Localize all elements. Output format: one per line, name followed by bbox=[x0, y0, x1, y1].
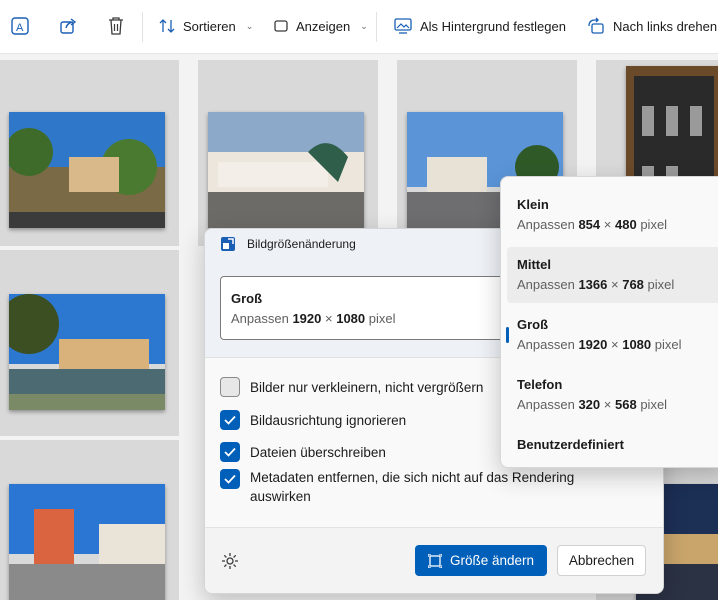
checkmark-icon bbox=[224, 415, 236, 425]
toolbar-separator bbox=[376, 12, 377, 42]
size-select[interactable]: Groß Anpassen 1920 × 1080 pixel bbox=[220, 276, 522, 340]
remove-metadata-checkbox[interactable] bbox=[220, 469, 240, 489]
photo-thumbnail bbox=[9, 294, 165, 410]
chevron-down-icon: ⌄ bbox=[245, 20, 254, 31]
wallpaper-icon bbox=[394, 18, 412, 34]
size-option-gross[interactable]: Groß Anpassen 1920 × 1080 pixel bbox=[506, 307, 718, 363]
gallery-cell[interactable] bbox=[0, 440, 179, 600]
share-icon[interactable] bbox=[57, 15, 79, 37]
shrink-only-label: Bilder nur verkleinern, nicht vergrößern bbox=[250, 380, 484, 395]
overwrite-files-label: Dateien überschreiben bbox=[250, 445, 386, 460]
dialog-title: Bildgrößenänderung bbox=[247, 237, 356, 251]
svg-text:A: A bbox=[16, 22, 24, 34]
sort-button[interactable]: Sortieren ⌄ bbox=[159, 15, 253, 37]
option-detail: Anpassen 1920 × 1080 pixel bbox=[517, 337, 682, 352]
view-icon bbox=[274, 20, 288, 32]
resize-app-icon bbox=[221, 237, 235, 251]
photo-thumbnail bbox=[9, 112, 165, 228]
cancel-button[interactable]: Abbrechen bbox=[557, 545, 646, 576]
overwrite-files-checkbox[interactable] bbox=[220, 442, 240, 462]
wallpaper-label: Als Hintergrund festlegen bbox=[420, 18, 566, 34]
option-name: Mittel bbox=[517, 257, 551, 272]
option-name: Groß bbox=[517, 317, 549, 332]
option-detail: Anpassen 1366 × 768 pixel bbox=[517, 277, 675, 292]
selected-indicator bbox=[506, 327, 509, 343]
size-dropdown: Klein Anpassen 854 × 480 pixel Mittel An… bbox=[500, 176, 718, 468]
size-option-mittel[interactable]: Mittel Anpassen 1366 × 768 pixel bbox=[507, 247, 718, 303]
command-bar: A Sortieren ⌄ Anzeigen ⌄ Als Hintergrund… bbox=[0, 0, 718, 54]
chevron-down-icon: ⌄ bbox=[360, 20, 368, 31]
sort-icon bbox=[159, 19, 175, 33]
photo-thumbnail bbox=[208, 112, 364, 228]
size-select-detail: Anpassen 1920 × 1080 pixel bbox=[231, 311, 396, 326]
size-option-telefon[interactable]: Telefon Anpassen 320 × 568 pixel bbox=[507, 367, 718, 423]
view-button[interactable]: Anzeigen ⌄ bbox=[274, 15, 368, 37]
gallery-cell[interactable] bbox=[198, 60, 378, 246]
gallery-cell[interactable] bbox=[0, 250, 179, 436]
resize-button-label: Größe ändern bbox=[449, 553, 535, 568]
size-select-name: Groß bbox=[231, 291, 263, 306]
resize-icon bbox=[427, 553, 442, 568]
sort-label: Sortieren bbox=[183, 18, 236, 34]
toolbar-separator bbox=[142, 12, 143, 42]
option-name: Benutzerdefiniert bbox=[517, 437, 624, 452]
resize-button[interactable]: Größe ändern bbox=[415, 545, 547, 576]
set-wallpaper-button[interactable]: Als Hintergrund festlegen bbox=[394, 15, 566, 37]
ai-text-icon[interactable]: A bbox=[9, 15, 31, 37]
option-name: Klein bbox=[517, 197, 549, 212]
dialog-footer: Größe ändern Abbrechen bbox=[205, 527, 663, 593]
size-option-custom[interactable]: Benutzerdefiniert bbox=[507, 427, 718, 461]
shrink-only-checkbox[interactable] bbox=[220, 377, 240, 397]
gear-icon[interactable] bbox=[221, 552, 239, 570]
ignore-orientation-label: Bildausrichtung ignorieren bbox=[250, 413, 407, 428]
option-detail: Anpassen 320 × 568 pixel bbox=[517, 397, 668, 412]
photo-thumbnail bbox=[9, 484, 165, 600]
size-option-klein[interactable]: Klein Anpassen 854 × 480 pixel bbox=[507, 187, 718, 243]
rotate-left-label: Nach links drehen bbox=[613, 18, 718, 34]
checkmark-icon bbox=[224, 474, 236, 484]
trash-icon[interactable] bbox=[105, 15, 127, 37]
checkmark-icon bbox=[224, 447, 236, 457]
ignore-orientation-checkbox[interactable] bbox=[220, 410, 240, 430]
rotate-left-button[interactable]: Nach links drehen bbox=[587, 15, 717, 37]
option-detail: Anpassen 854 × 480 pixel bbox=[517, 217, 668, 232]
remove-metadata-label: Metadaten entfernen, die sich nicht auf … bbox=[250, 470, 575, 504]
view-label: Anzeigen bbox=[296, 18, 351, 34]
gallery-cell[interactable] bbox=[0, 60, 179, 246]
option-name: Telefon bbox=[517, 377, 563, 392]
rotate-left-icon bbox=[588, 17, 604, 34]
